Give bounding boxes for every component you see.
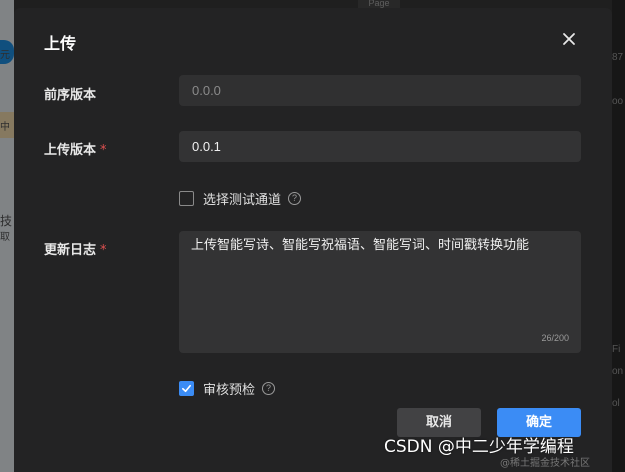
close-button[interactable] — [560, 30, 578, 48]
changelog-text: 上传智能写诗、智能写祝福语、智能写词、时间戳转换功能 — [191, 238, 530, 253]
required-mark: * — [100, 243, 107, 258]
watermark-sub: @稀土掘金技术社区 — [500, 458, 590, 469]
dialog-title: 上传 — [44, 34, 77, 53]
required-mark: * — [100, 143, 107, 158]
char-counter: 26/200 — [541, 333, 569, 343]
upload-version-label: 上传版本 * — [44, 139, 107, 158]
checkbox-checked[interactable] — [179, 381, 194, 396]
check-icon — [182, 384, 191, 393]
upload-dialog: 上传 前序版本 0.0.0 上传版本 * 0.0.1 选择测试通道 ? 更新日志 *… — [14, 8, 612, 472]
changelog-textarea[interactable]: 上传智能写诗、智能写祝福语、智能写词、时间戳转换功能 26/200 — [179, 231, 581, 353]
close-icon — [563, 33, 575, 45]
help-icon[interactable]: ? — [262, 382, 276, 395]
help-icon[interactable]: ? — [288, 192, 302, 205]
test-channel-checkbox[interactable]: 选择测试通道 ? — [179, 189, 302, 208]
changelog-label: 更新日志 * — [44, 239, 107, 258]
upload-version-input[interactable]: 0.0.1 — [179, 131, 581, 162]
review-precheck-checkbox[interactable]: 审核预检 ? — [179, 379, 276, 398]
review-precheck-label: 审核预检 — [203, 383, 256, 398]
checkbox-unchecked[interactable] — [179, 191, 194, 206]
previous-version-label-text: 前序版本 — [44, 88, 97, 103]
previous-version-label: 前序版本 — [44, 84, 96, 103]
changelog-label-text: 更新日志 — [44, 243, 97, 258]
previous-version-input: 0.0.0 — [179, 75, 581, 106]
test-channel-label: 选择测试通道 — [203, 193, 282, 208]
upload-version-label-text: 上传版本 — [44, 143, 97, 158]
